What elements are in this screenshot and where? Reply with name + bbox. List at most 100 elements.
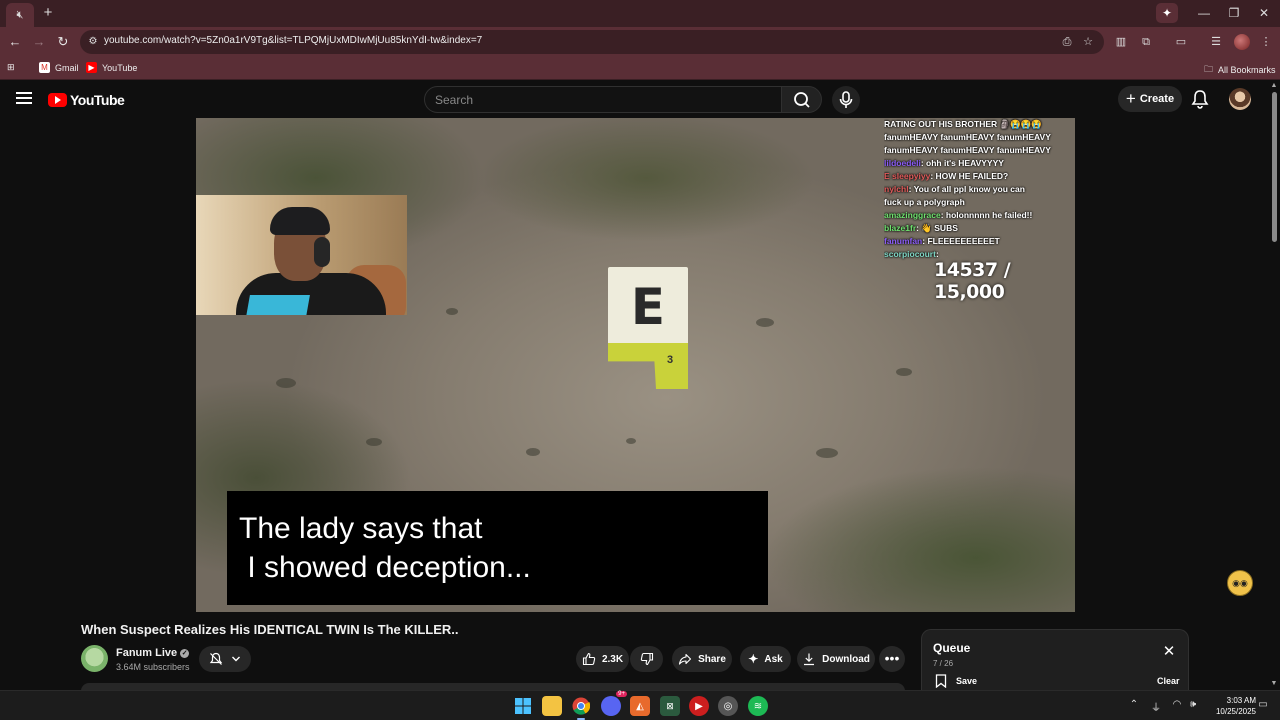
reload-button[interactable]: ↻ (54, 33, 72, 51)
forward-button[interactable]: → (30, 33, 48, 51)
notification-center-icon[interactable]: ▭ (1256, 699, 1270, 710)
apps-grid-icon[interactable]: ⊞ (7, 62, 15, 73)
chat-message: fuck up a polygraph (884, 197, 965, 207)
show-hidden-icons-chevron-icon[interactable]: ⌃ (1127, 699, 1141, 710)
like-count: 2.3K (601, 653, 624, 665)
back-button[interactable]: ← (6, 33, 24, 51)
subscribed-notifications-button[interactable] (199, 646, 251, 672)
like-button[interactable]: 2.3K (576, 646, 629, 672)
menu-kebab-icon[interactable]: ⋮ (1258, 34, 1274, 50)
share-button[interactable]: Share (672, 646, 732, 672)
youtube-play-icon (48, 93, 67, 107)
scrollbar-thumb[interactable] (1272, 92, 1277, 242)
hamburger-menu-icon[interactable] (16, 92, 32, 106)
browser-toolbar: ← → ↻ ⚙ youtube.com/watch?v=5Zn0a1rV9Tg&… (0, 27, 1280, 57)
notifications-bell-icon[interactable] (1191, 89, 1209, 109)
reading-list-icon[interactable]: ☰ (1208, 34, 1224, 50)
extension-icon[interactable]: ▥ (1113, 34, 1129, 50)
search-bar (424, 86, 822, 113)
close-icon[interactable]: ✕ (1162, 644, 1176, 659)
chat-message: RATING OUT HIS BROTHER 🗿😭😭😭 (884, 119, 1042, 129)
volume-icon[interactable]: 🕪︎ (1186, 699, 1200, 710)
bookmark-gmail[interactable]: M Gmail (39, 62, 79, 73)
clock-date: 10/25/2025 (1215, 707, 1256, 716)
bookmark-star-icon[interactable]: ☆ (1081, 35, 1095, 49)
subscriber-count: 3.64M subscribers (116, 662, 190, 672)
browser-tab[interactable]: 🔇︎ (6, 3, 34, 27)
clock-time: 3:03 AM (1226, 696, 1256, 705)
chrome-icon[interactable] (571, 696, 591, 720)
dislike-button[interactable] (630, 646, 663, 672)
system-clock[interactable]: 3:03 AM 10/25/2025 (1206, 695, 1256, 717)
app-triangle-icon[interactable]: ◭ (630, 696, 650, 716)
channel-name[interactable]: Fanum Live (116, 647, 177, 659)
gemini-sparkle-icon[interactable]: ✦ (1156, 3, 1178, 23)
all-bookmarks-button[interactable]: 🗀 All Bookmarks (1204, 62, 1276, 78)
minimize-button[interactable]: — (1194, 4, 1214, 22)
channel-name-link[interactable]: Fanum Live ✓ (116, 647, 190, 659)
page-scrollbar[interactable]: ▲ ▼ (1268, 80, 1280, 690)
account-avatar[interactable] (1229, 88, 1251, 110)
queue-clear-button[interactable]: Clear (1157, 676, 1180, 686)
thumbs-up-icon (582, 652, 596, 666)
url-text[interactable]: youtube.com/watch?v=5Zn0a1rV9Tg&list=TLP… (104, 35, 482, 46)
scroll-down-arrow-icon[interactable]: ▼ (1270, 680, 1278, 687)
video-caption: The lady says that I showed deception... (227, 491, 768, 605)
ask-button[interactable]: ✦ Ask (740, 646, 791, 672)
gmail-icon: M (39, 62, 50, 73)
download-icon (804, 653, 815, 666)
scroll-up-arrow-icon[interactable]: ▲ (1270, 82, 1278, 89)
chat-message: fanumfan: FLEEEEEEEEEET (884, 236, 1000, 246)
video-title: When Suspect Realizes His IDENTICAL TWIN… (81, 622, 459, 637)
youtube-logo[interactable]: YouTube (48, 92, 125, 108)
media-player-icon[interactable]: ▶ (689, 696, 709, 716)
video-player[interactable]: E 3 RATING OUT HIS BROTHER 🗿😭😭😭 fanumHEA… (196, 118, 1075, 612)
install-app-icon[interactable]: ⎙ (1060, 35, 1074, 49)
queue-save-button[interactable]: Save (935, 674, 977, 688)
create-button[interactable]: + Create (1118, 86, 1182, 112)
extensions-puzzle-icon[interactable]: ⧉ (1138, 34, 1154, 50)
sparkle-icon: ✦ (748, 652, 759, 666)
browser-tab-strip: 🔇︎ + ✦ — ❐ ✕ (0, 0, 1280, 27)
chat-message: lildoedeli: ohh it's HEAVYYYY (884, 158, 1004, 168)
close-window-button[interactable]: ✕ (1254, 4, 1274, 22)
xbox-app-icon[interactable]: ⊠ (660, 696, 680, 716)
youtube-masthead: YouTube + Create (0, 80, 1280, 118)
profile-avatar[interactable] (1234, 34, 1250, 50)
more-actions-button[interactable]: ••• (879, 646, 905, 672)
windows-start-icon[interactable] (513, 696, 533, 716)
flushed-face-icon[interactable]: ◉◉ (1227, 570, 1253, 596)
discord-badge: 9+ (616, 691, 627, 697)
youtube-icon: ▶ (86, 62, 97, 73)
site-info-icon[interactable]: ⚙ (86, 35, 100, 49)
microphone-tray-icon[interactable]: ⏚ (1149, 699, 1163, 714)
voice-search-button[interactable] (832, 86, 860, 114)
bell-off-icon (209, 652, 223, 665)
chat-message: nylchl: You of all ppl know you can (884, 184, 1025, 194)
all-bookmarks-label: All Bookmarks (1218, 65, 1276, 75)
search-input[interactable] (424, 86, 782, 113)
file-explorer-icon[interactable] (542, 696, 562, 716)
wifi-icon[interactable]: ◠ (1170, 699, 1184, 710)
create-label: Create (1139, 93, 1175, 105)
restore-button[interactable]: ❐ (1224, 4, 1244, 22)
speaker-muted-icon[interactable]: 🔇︎ (17, 9, 24, 22)
bookmark-label: YouTube (102, 62, 138, 73)
folder-icon: 🗀 (1204, 64, 1214, 74)
search-button[interactable] (781, 86, 822, 113)
chat-message: blaze1fr: 👋 SUBS (884, 223, 958, 233)
address-bar[interactable]: ⚙ youtube.com/watch?v=5Zn0a1rV9Tg&list=T… (80, 30, 1104, 54)
cast-icon[interactable]: ▭ (1173, 34, 1189, 50)
new-tab-button[interactable]: + (40, 5, 56, 21)
bookmark-youtube[interactable]: ▶ YouTube (86, 62, 137, 73)
download-label: Download (822, 653, 870, 665)
share-arrow-icon (679, 653, 692, 665)
spotify-icon[interactable]: ≋ (748, 696, 768, 716)
obs-app-icon[interactable]: ◎ (718, 696, 738, 716)
chat-message: fanumHEAVY fanumHEAVY fanumHEAVY (884, 132, 1051, 142)
thumbs-down-icon (640, 652, 653, 666)
search-icon (794, 92, 810, 108)
download-button[interactable]: Download (797, 646, 875, 672)
channel-avatar[interactable] (81, 645, 108, 672)
discord-icon[interactable]: 9+ (601, 691, 627, 716)
